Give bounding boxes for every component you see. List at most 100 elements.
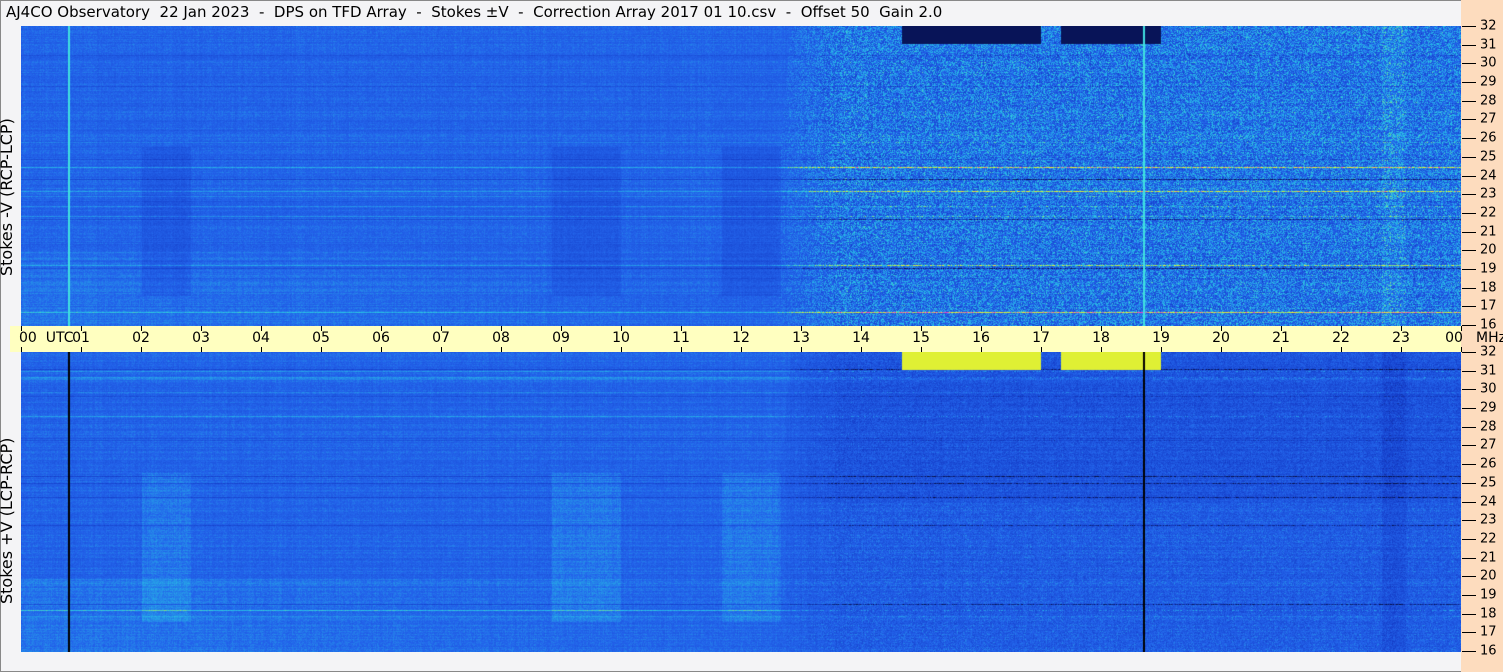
- y-tick: [1462, 576, 1476, 578]
- x-tick-label: 22: [1332, 330, 1350, 346]
- panel-label-minus-v: Stokes -V (RCP-LCP): [0, 118, 16, 276]
- y-tick-label: 20: [1480, 242, 1497, 258]
- y-tick-label: 16: [1480, 643, 1497, 659]
- x-tick-label: 05: [312, 330, 330, 346]
- x-tick: [141, 347, 142, 352]
- x-tick: [381, 326, 382, 331]
- x-tick-label: 11: [672, 330, 690, 346]
- x-tick-label: 18: [1092, 330, 1110, 346]
- y-tick: [1462, 250, 1476, 252]
- x-tick: [141, 326, 142, 331]
- y-tick: [1462, 426, 1476, 428]
- y-tick-label: 28: [1480, 419, 1497, 435]
- y-tick-label: 23: [1480, 186, 1497, 202]
- x-tick: [261, 326, 262, 331]
- x-tick: [441, 326, 442, 331]
- x-tick: [1101, 347, 1102, 352]
- x-tick-label: 16: [972, 330, 990, 346]
- y-tick: [1462, 63, 1476, 65]
- y-tick-label: 22: [1480, 205, 1497, 221]
- y-tick: [1462, 119, 1476, 121]
- x-tick-label: 12: [732, 330, 750, 346]
- y-tick: [1462, 594, 1476, 596]
- x-tick: [681, 347, 682, 352]
- x-tick: [1041, 326, 1042, 331]
- y-tick-label: 21: [1480, 224, 1497, 240]
- x-tick-label: 02: [132, 330, 150, 346]
- y-tick-label: 19: [1480, 261, 1497, 277]
- y-tick-label: 22: [1480, 531, 1497, 547]
- y-tick: [1462, 613, 1476, 615]
- y-tick-label: 29: [1480, 400, 1497, 416]
- y-tick: [1462, 156, 1476, 158]
- y-tick: [1462, 194, 1476, 196]
- y-tick-label: 23: [1480, 512, 1497, 528]
- x-tick-label: 03: [192, 330, 210, 346]
- y-tick: [1462, 26, 1476, 27]
- x-tick: [681, 326, 682, 331]
- x-tick: [321, 326, 322, 331]
- x-tick: [621, 347, 622, 352]
- x-tick: [981, 326, 982, 331]
- y-tick: [1462, 538, 1476, 540]
- y-tick: [1462, 370, 1476, 372]
- x-tick: [741, 347, 742, 352]
- time-axis: 00 UTC 01 02 03 04 05 06 07 08 09 10 11 12 13 14 15 16 17…: [19, 326, 1463, 352]
- y-tick-label: 25: [1480, 475, 1497, 491]
- y-tick: [1462, 408, 1476, 410]
- y-tick-label: 31: [1480, 363, 1497, 379]
- spectrogram-plus-v: [21, 352, 1461, 652]
- y-tick-label: 31: [1480, 37, 1497, 53]
- x-tick: [261, 347, 262, 352]
- x-tick: [201, 326, 202, 331]
- x-tick: [201, 347, 202, 352]
- y-tick-label: 24: [1480, 494, 1497, 509]
- x-tick: [1221, 326, 1222, 331]
- x-tick-label: 04: [252, 330, 270, 346]
- x-tick: [921, 347, 922, 352]
- x-tick: [1161, 347, 1162, 352]
- x-tick-label: 01: [72, 330, 90, 346]
- x-tick: [1401, 347, 1402, 352]
- y-tick: [1462, 651, 1476, 652]
- x-tick: [861, 326, 862, 331]
- x-tick: [561, 347, 562, 352]
- y-tick: [1462, 557, 1476, 559]
- x-tick: [81, 347, 82, 352]
- x-tick-label: 19: [1152, 330, 1170, 346]
- y-tick: [1462, 632, 1476, 634]
- y-tick: [1462, 482, 1476, 484]
- y-tick: [1462, 325, 1476, 326]
- x-tick: [21, 347, 22, 352]
- y-tick: [1462, 100, 1476, 102]
- x-tick: [801, 347, 802, 352]
- chart-title: AJ4CO Observatory 22 Jan 2023 - DPS on T…: [6, 3, 943, 21]
- x-tick: [621, 326, 622, 331]
- y-tick-label: 18: [1480, 606, 1497, 622]
- x-tick-label: 09: [552, 330, 570, 346]
- x-tick: [981, 347, 982, 352]
- x-tick: [1161, 326, 1162, 331]
- x-tick: [1341, 347, 1342, 352]
- y-tick: [1462, 501, 1476, 503]
- x-tick-label: 00: [1445, 330, 1463, 346]
- y-tick-label: 26: [1480, 130, 1497, 146]
- panel-stokes-minus-v: [21, 26, 1461, 326]
- y-tick-label: 27: [1480, 111, 1497, 127]
- y-tick: [1462, 352, 1476, 353]
- x-tick: [321, 347, 322, 352]
- y-tick: [1462, 445, 1476, 447]
- y-tick: [1462, 520, 1476, 522]
- y-tick: [1462, 175, 1476, 177]
- y-tick-label: 24: [1480, 168, 1497, 183]
- x-tick: [801, 326, 802, 331]
- x-tick-label: 00 UTC: [19, 330, 74, 346]
- x-tick: [1461, 326, 1462, 331]
- x-tick: [861, 347, 862, 352]
- y-tick-label: 32: [1480, 344, 1497, 360]
- y-tick-label: 27: [1480, 437, 1497, 453]
- x-tick-label: 06: [372, 330, 390, 346]
- y-tick-label: 30: [1480, 55, 1497, 71]
- x-tick-label: 13: [792, 330, 810, 346]
- y-tick-label: 32: [1480, 18, 1497, 34]
